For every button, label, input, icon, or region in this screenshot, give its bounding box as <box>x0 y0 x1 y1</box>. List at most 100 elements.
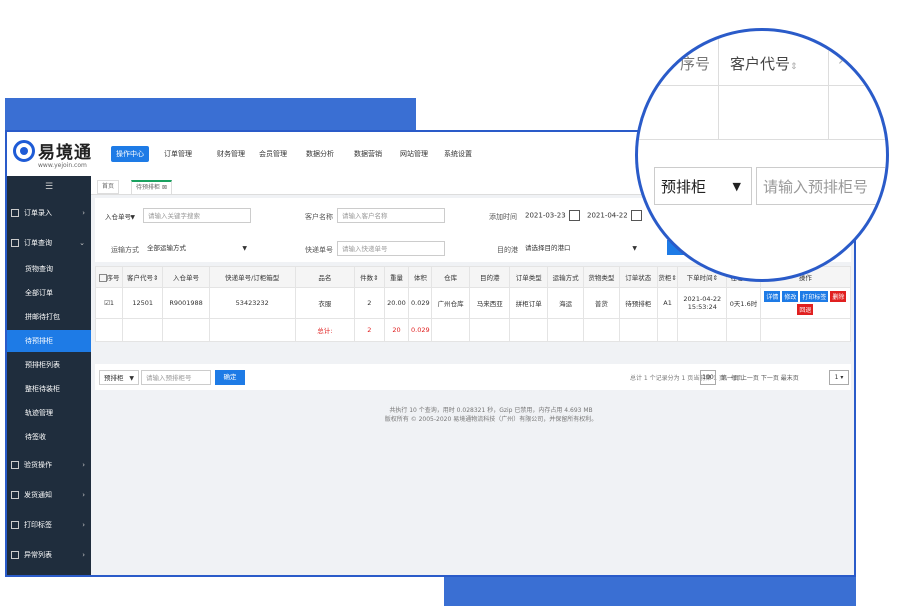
rollback-button[interactable]: 回退 <box>797 304 814 315</box>
column-header: 入仓单号 <box>162 266 210 288</box>
column-header[interactable]: 件数⇕ <box>354 266 385 288</box>
sidebar-item-full-container[interactable]: 整柜待装柜 <box>7 378 91 400</box>
nav-website[interactable]: 网站管理 <box>395 146 433 162</box>
sidebar-item-inspection[interactable]: 验货操作 › <box>7 454 91 476</box>
zoom-callout: 序号 客户代号⇕ › 预排柜 ▼ 请输入预排柜号 <box>635 28 889 282</box>
caret-down-icon: ▾ <box>840 374 844 381</box>
express-label: 快递单号 <box>305 246 333 254</box>
tab-home[interactable]: 首页 <box>97 180 120 194</box>
tab-pending-container[interactable]: 待预排柜 ⊠ <box>131 180 172 195</box>
sidebar-item-order-query[interactable]: 订单查询 ⌄ <box>7 232 91 254</box>
tab-label: 待预排柜 <box>136 184 161 191</box>
delete-button[interactable]: 删除 <box>830 291 847 302</box>
table-cell: A1 <box>656 287 679 319</box>
caret-down-icon: ▼ <box>130 214 135 221</box>
column-header: 订单状态 <box>618 266 658 288</box>
sidebar-item-pending-sign[interactable]: 待签收 <box>7 426 91 448</box>
chevron-right-icon: › <box>838 51 844 69</box>
order-type-select[interactable]: 入仓单号 ▼ <box>101 210 139 225</box>
sidebar-item-exceptions[interactable]: 异常列表 › <box>7 544 91 566</box>
menu-icon <box>11 461 19 469</box>
sidebar-item-tracking[interactable]: 轨迹管理 <box>7 402 91 424</box>
total-weight: 20 <box>383 318 410 342</box>
date-to[interactable]: 2021-04-22 <box>587 210 642 221</box>
table-cell: 海运 <box>547 287 585 319</box>
table-cell: 0天1.6时 <box>726 287 761 319</box>
divider <box>828 31 829 139</box>
nav-operation-center[interactable]: 操作中心 <box>111 146 149 162</box>
bottom-bar: 预排柜 ▼ 请输入预排柜号 确定 总计 1 个记录分为 1 页当前第 1 页，每页… <box>95 364 851 390</box>
column-header-label: 序号 <box>106 274 120 282</box>
zoom-container-input[interactable]: 请输入预排柜号 <box>756 167 886 205</box>
close-icon[interactable]: ⊠ <box>162 184 167 191</box>
table-cell: 53423232 <box>208 287 296 319</box>
express-input[interactable]: 请输入快递单号 <box>337 241 445 256</box>
sidebar-item-container-list[interactable]: 预排柜列表 <box>7 354 91 376</box>
port-select[interactable]: 请选择目的港口 ▼ <box>521 241 641 256</box>
sidebar-item-label: 发货通知 <box>24 491 52 499</box>
column-header[interactable]: 客户代号⇕ <box>122 266 164 288</box>
table-cell: 2 <box>354 287 385 319</box>
table-cell <box>726 318 761 342</box>
logo-mark-icon <box>13 140 35 162</box>
sidebar-item-all-orders[interactable]: 全部订单 <box>7 282 91 304</box>
calendar-icon[interactable] <box>568 210 580 221</box>
page-size-input[interactable]: 100 <box>700 370 716 385</box>
nav-settings[interactable]: 系统设置 <box>439 146 477 162</box>
customer-input[interactable]: 请输入客户名称 <box>337 208 445 223</box>
page-number-value: 1 <box>834 374 839 381</box>
table-cell: 拼柜订单 <box>509 287 549 319</box>
sidebar: ☰ 订单录入 › 订单查询 ⌄ 货物查询 全部订单 拼邮待打包 待预排柜 预排柜列表… <box>7 176 91 575</box>
caret-down-icon: ▼ <box>632 245 637 252</box>
table-cell: 20.00 <box>383 287 410 319</box>
table-cell: 马来西亚 <box>469 287 511 319</box>
keyword-input[interactable]: 请输入关键字搜索 <box>143 208 251 223</box>
detail-button[interactable]: 详情 <box>764 291 781 302</box>
print-label-button[interactable]: 打印标签 <box>800 291 829 302</box>
sidebar-item-pack[interactable]: 拼邮待打包 <box>7 306 91 328</box>
checkbox-icon[interactable] <box>98 274 107 282</box>
edit-button[interactable]: 修改 <box>782 291 799 302</box>
zoom-col-index: 序号 <box>680 55 711 73</box>
ship-label: 运输方式 <box>111 246 139 254</box>
menu-icon <box>11 521 19 529</box>
footer-copyright: 版权所有 © 2005-2020 易境通物流科技（广州）有限公司，并保留所有权利… <box>384 416 598 423</box>
menu-icon <box>11 551 19 559</box>
sidebar-item-pending-container[interactable]: 待预排柜 <box>7 330 91 352</box>
table-cell <box>547 318 585 342</box>
logo-url: www.yejoin.com <box>38 162 87 169</box>
table-cell <box>94 318 124 342</box>
footer: 共执行 10 个查询，用时 0.028321 秒，Gzip 已禁用，内存占用 4… <box>291 406 691 424</box>
footer-stats: 共执行 10 个查询，用时 0.028321 秒，Gzip 已禁用，内存占用 4… <box>389 407 593 414</box>
nav-marketing[interactable]: 数据营销 <box>349 146 387 162</box>
chevron-right-icon: › <box>82 521 85 529</box>
nav-orders[interactable]: 订单管理 <box>159 146 197 162</box>
zoom-select-value: 预排柜 <box>661 178 707 196</box>
nav-members[interactable]: 会员管理 <box>254 146 292 162</box>
confirm-button[interactable]: 确定 <box>215 370 245 385</box>
date-from[interactable]: 2021-03-23 <box>525 210 580 221</box>
column-header: 快递单号/订柜箱型 <box>208 266 296 288</box>
menu-toggle-icon[interactable]: ☰ <box>7 176 91 198</box>
sidebar-item-shipping-notice[interactable]: 发货通知 › <box>7 484 91 506</box>
ship-select[interactable]: 全部运输方式 ▼ <box>143 241 251 256</box>
pager-links[interactable]: 第一页 上一页 下一页 最末页 <box>721 373 799 382</box>
container-number-input[interactable]: 请输入预排柜号 <box>141 370 211 385</box>
sidebar-item-order-entry[interactable]: 订单录入 › <box>7 202 91 224</box>
page-number-select[interactable]: 1 ▾ <box>829 370 849 385</box>
container-select[interactable]: 预排柜 ▼ <box>99 370 139 385</box>
column-header: 运输方式 <box>547 266 585 288</box>
nav-finance[interactable]: 财务管理 <box>212 146 250 162</box>
column-header[interactable]: 货柜⇕ <box>656 266 679 288</box>
nav-analytics[interactable]: 数据分析 <box>301 146 339 162</box>
column-header[interactable]: 序号 <box>94 266 124 288</box>
sidebar-item-goods-query[interactable]: 货物查询 <box>7 258 91 280</box>
decor-block-top <box>5 98 416 132</box>
zoom-container-select[interactable]: 预排柜 ▼ <box>654 167 752 205</box>
sidebar-item-print-label[interactable]: 打印标签 › <box>7 514 91 536</box>
table-cell: 2021-04-22 15:53:24 <box>677 287 728 319</box>
row-select-cell[interactable]: ☑1 <box>94 287 124 319</box>
calendar-icon[interactable] <box>630 210 642 221</box>
divider <box>638 85 886 86</box>
chevron-right-icon: › <box>82 551 85 559</box>
